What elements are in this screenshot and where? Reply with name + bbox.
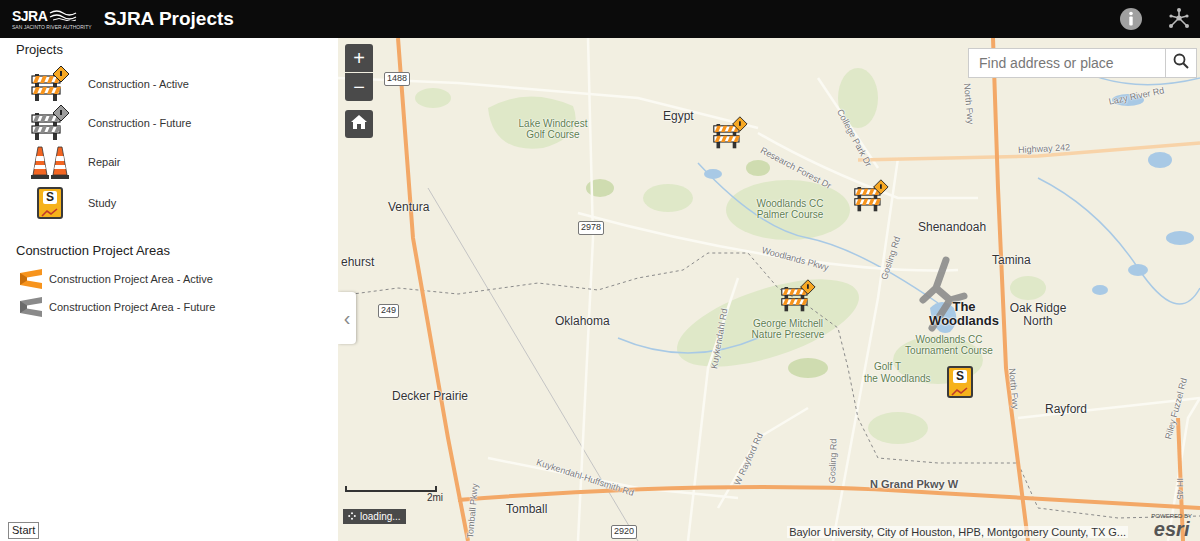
map-label: Tomball [506,503,547,516]
search-button[interactable] [1165,49,1196,77]
construction-pin[interactable] [853,178,889,214]
area-legend-label: Construction Project Area - Active [49,273,213,285]
logo-text: SJRA [12,9,47,23]
map-label: Woodlands CC Tournament Course [894,334,1004,356]
area-legend-item: Construction Project Area - Active [0,265,338,293]
search-input[interactable] [969,49,1165,77]
start-button[interactable]: Start [8,522,39,539]
scale-text: 2mi [427,492,443,503]
home-button[interactable] [345,110,373,138]
project-area[interactable] [338,38,1200,541]
chart-icon [951,383,969,401]
zoom-controls: +− [345,44,373,101]
legend-panel: ProjectsConstruction - ActiveConstructio… [0,38,338,541]
logo-subtitle: SAN JACINTO RIVER AUTHORITY [12,25,92,30]
app-title: SJRA Projects [104,8,234,30]
map-label: Ventura [388,201,429,214]
map-label: the Woodlands [864,373,931,384]
area-active-icon [18,268,44,290]
info-icon[interactable] [1118,6,1144,32]
legend-item: Construction - Active [0,64,338,103]
legend-label: Study [88,197,116,209]
route-shield: 1488 [384,72,410,86]
map-label: Oklahoma [555,315,610,328]
route-shield: 2920 [611,525,637,539]
route-shield: 2978 [578,221,604,235]
map-label: ehurst [341,256,374,269]
map-label: Oak Ridge North [1008,302,1068,328]
repair-icon [30,144,70,180]
share-icon[interactable] [1166,6,1192,32]
map-label: Woodlands CC Palmer Course [740,198,840,220]
map-label: Tamina [992,254,1031,267]
area-legend-title: Construction Project Areas [0,243,338,259]
map[interactable]: S Egypt Lake Windcrest Golf Course Ventura e… [338,38,1200,541]
legend-label: Construction - Active [88,78,189,90]
map-label: Gosling Rd [828,438,839,483]
area-future-icon [18,296,44,318]
study-badge: S [953,370,967,383]
active-icon [30,66,70,102]
study-badge: S [43,191,57,204]
map-background [338,38,1200,541]
route-shield: 249 [378,304,399,318]
map-label: Egypt [663,110,694,123]
scale-bar: 2mi [345,486,437,503]
chart-icon [41,204,59,222]
study-icon: S [947,366,973,398]
loading-icon [348,511,356,522]
app-header: SJRA SAN JACINTO RIVER AUTHORITY SJRA Proj… [0,0,1200,38]
legend-item: Construction - Future [0,103,338,142]
attribution: Baylor University, City of Houston, HPB,… [787,526,1128,538]
map-label: N Grand Pkwy W [870,478,958,490]
map-label: Rayford [1045,403,1087,416]
zoom-in-button[interactable]: + [345,44,373,72]
esri-logo[interactable]: POWERED BYesri [1151,513,1192,539]
construction-pin[interactable] [780,278,816,314]
esri-name: esri [1154,519,1190,539]
area-legend-list: Construction Project Area - Active Constr… [0,265,338,321]
legend-item: S Study [0,181,338,225]
home-icon [350,114,368,134]
panel-toggle[interactable]: ‹ [338,292,356,344]
map-label: Shenandoah [918,221,986,234]
loading-status: loading... [343,509,406,524]
search-box [968,48,1197,78]
search-icon [1173,53,1189,73]
zoom-out-button[interactable]: − [345,73,373,101]
project-area-layer [338,38,1200,541]
start-row: Start [0,522,338,541]
area-legend-label: Construction Project Area - Future [49,301,215,313]
study-icon: S [37,187,63,219]
sjra-logo[interactable]: SJRA SAN JACINTO RIVER AUTHORITY [12,8,92,30]
logo-row: SJRA [12,8,77,24]
legend-item: Repair [0,142,338,181]
legend-label: Repair [88,156,120,168]
area-legend-item: Construction Project Area - Future [0,293,338,321]
map-label: IH 45 [1174,478,1184,500]
construction-pin[interactable] [712,115,748,151]
legend-list: Construction - Active Construction - Futu… [0,64,338,225]
scale-line [345,486,437,492]
legend-title: Projects [0,42,338,58]
map-label: Lake Windcrest Golf Course [508,118,598,140]
waves-icon [49,8,77,24]
main-area: ProjectsConstruction - ActiveConstructio… [0,38,1200,541]
study-pin[interactable]: S [942,364,978,400]
study-icon: S [30,185,70,221]
map-label: Decker Prairie [392,390,468,403]
loading-text: loading... [360,511,401,522]
map-label: The Woodlands [926,300,1002,329]
legend-label: Construction - Future [88,117,191,129]
map-label: Golf T [874,361,901,372]
map-label: George Mitchell Nature Preserve [738,318,838,340]
future-icon [30,105,70,141]
